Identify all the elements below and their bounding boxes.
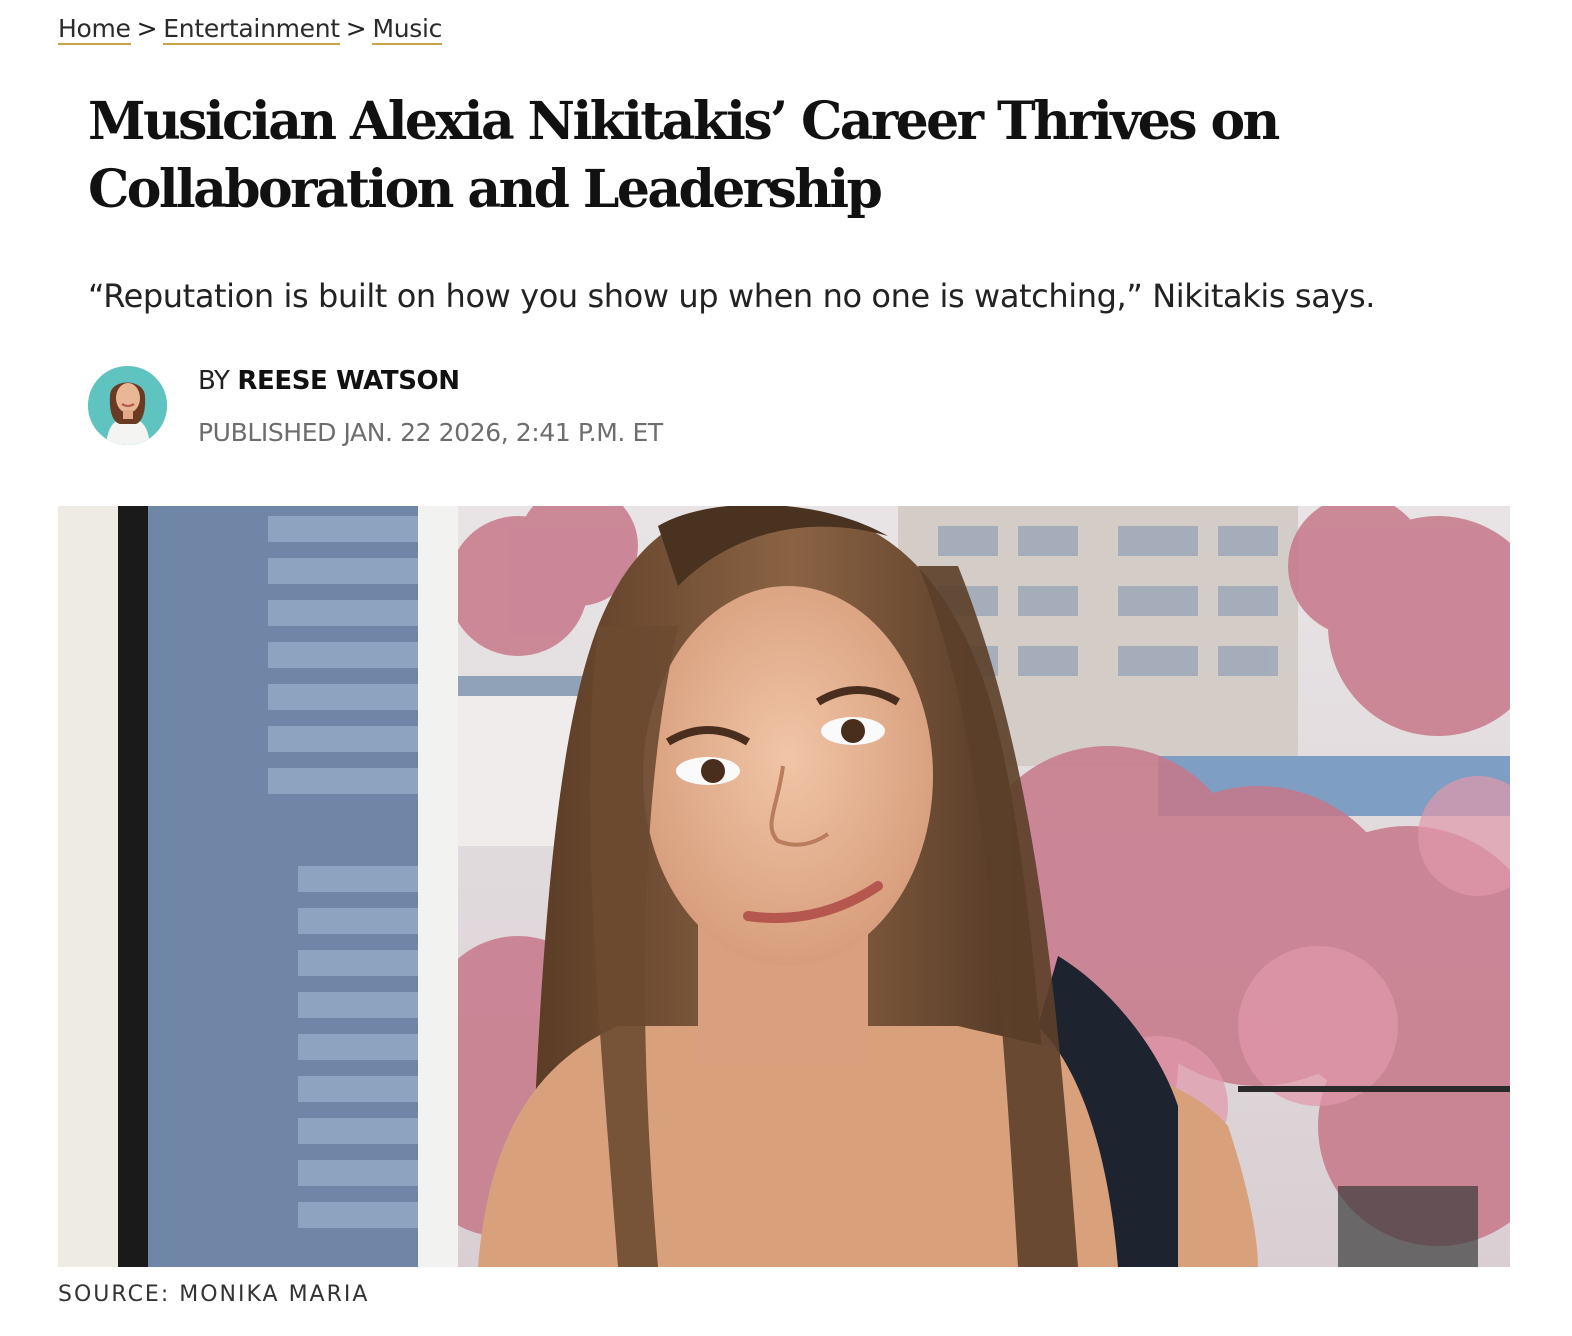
published-date: PUBLISHED JAN. 22 2026, 2:41 P.M. ET [198,418,663,447]
author-avatar[interactable] [88,366,167,445]
article-headline: Musician Alexia Nikitakis’ Career Thrive… [88,91,1280,220]
author-name-link[interactable]: REESE WATSON [237,366,460,396]
byline-prefix: BY [198,366,230,396]
hero-image [58,506,1510,1267]
breadcrumb-entertainment-link[interactable]: Entertainment [163,14,340,45]
breadcrumb: Home > Entertainment > Music [58,14,442,45]
breadcrumb-separator: > [345,14,367,43]
image-caption: SOURCE: MONIKA MARIA [58,1282,370,1307]
breadcrumb-separator: > [136,14,158,43]
byline: BY REESE WATSON [198,366,460,396]
breadcrumb-home-link[interactable]: Home [58,14,131,45]
breadcrumb-music-link[interactable]: Music [372,14,442,45]
article-dek: “Reputation is built on how you show up … [88,277,1375,315]
